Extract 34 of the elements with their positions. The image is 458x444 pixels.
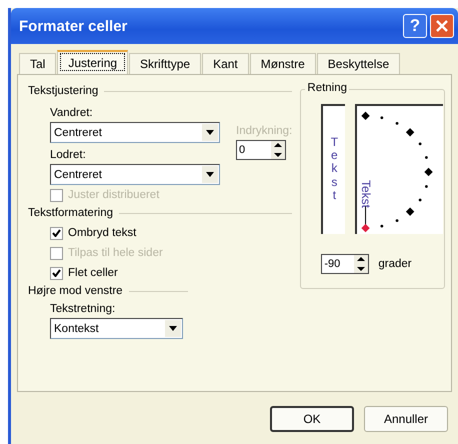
checkbox[interactable]: Ombryd tekst	[50, 223, 292, 243]
tab[interactable]: Mønstre	[250, 53, 316, 74]
caret-icon	[206, 172, 214, 177]
field-label: Tekstretning:	[50, 303, 116, 315]
checkbox[interactable]: Flet celler	[50, 263, 292, 283]
group-heading: Højre mod venstre	[28, 285, 123, 297]
checkmark-icon	[52, 229, 61, 237]
tab[interactable]: Kant	[202, 53, 249, 74]
field-label: Indrykning:	[236, 125, 292, 137]
direction-dropdown[interactable]: Kontekst	[50, 318, 183, 339]
tab[interactable]: Justering	[57, 50, 128, 74]
field-label: Lodret:	[50, 149, 87, 161]
caret-icon	[169, 326, 177, 331]
tab[interactable]: Skrifttype	[129, 53, 202, 74]
group-heading: Tekstformatering	[28, 207, 114, 219]
degrees-spinner[interactable]: -90	[321, 254, 370, 274]
close-button[interactable]	[430, 14, 454, 38]
group-heading: Tekstjustering	[28, 85, 98, 97]
dialog-button[interactable]: OK	[270, 406, 354, 432]
orientation-dial[interactable]: Tekst	[355, 104, 444, 234]
window-title: Formater celler	[19, 18, 128, 34]
horizontal-dropdown[interactable]: Centreret	[50, 122, 220, 143]
close-icon	[435, 19, 449, 33]
group-heading: Retning	[305, 82, 350, 94]
caret-icon	[206, 130, 214, 135]
unit-label: grader	[378, 258, 412, 270]
dialog-button[interactable]: Annuller	[364, 406, 448, 432]
help-button[interactable]: ?	[403, 14, 427, 38]
tab[interactable]: Tal	[19, 53, 56, 74]
tab[interactable]: Beskyttelse	[316, 53, 400, 74]
field-label: Vandret:	[50, 107, 94, 119]
vertical-dropdown[interactable]: Centreret	[50, 164, 220, 185]
vertical-text-option[interactable]: Tekst	[321, 104, 346, 234]
checkmark-icon	[52, 269, 61, 277]
